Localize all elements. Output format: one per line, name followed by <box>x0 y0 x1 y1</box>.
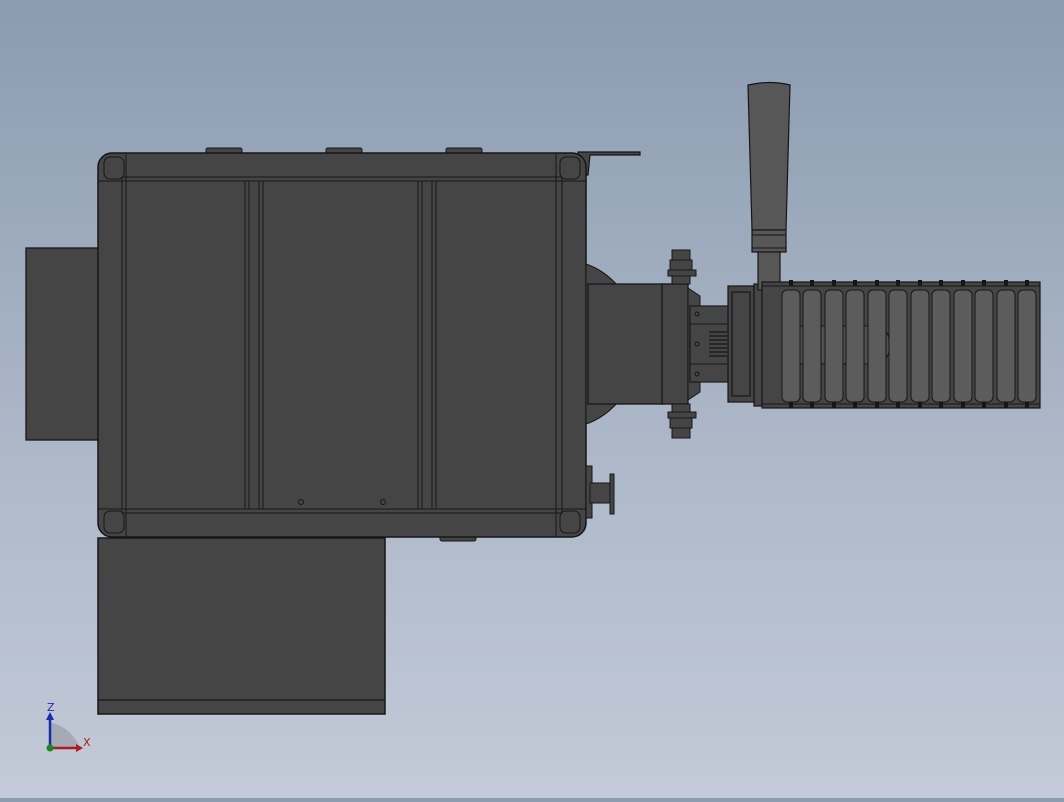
bottom-box[interactable] <box>97 537 386 715</box>
view-triad[interactable]: Z X <box>46 701 91 752</box>
lower-bolt[interactable] <box>667 403 697 439</box>
coupling-housing[interactable] <box>587 283 701 405</box>
z-axis-label: Z <box>47 701 55 714</box>
spring-coil <box>709 331 727 357</box>
cad-model-view[interactable]: Z X <box>0 0 1064 798</box>
side-fitting[interactable] <box>585 465 615 519</box>
x-axis-label: X <box>83 736 91 749</box>
upper-bolt[interactable] <box>667 249 697 285</box>
mounting-plate[interactable] <box>727 283 765 407</box>
triad-origin <box>46 744 54 752</box>
top-right-bracket <box>577 151 641 176</box>
roller-conveyor[interactable] <box>761 280 1041 409</box>
left-side-block[interactable] <box>25 247 101 441</box>
x-axis-arrowhead <box>76 744 83 752</box>
cad-viewport[interactable]: Z X <box>0 0 1064 798</box>
triad-plane <box>50 722 80 748</box>
main-housing[interactable] <box>97 152 587 538</box>
